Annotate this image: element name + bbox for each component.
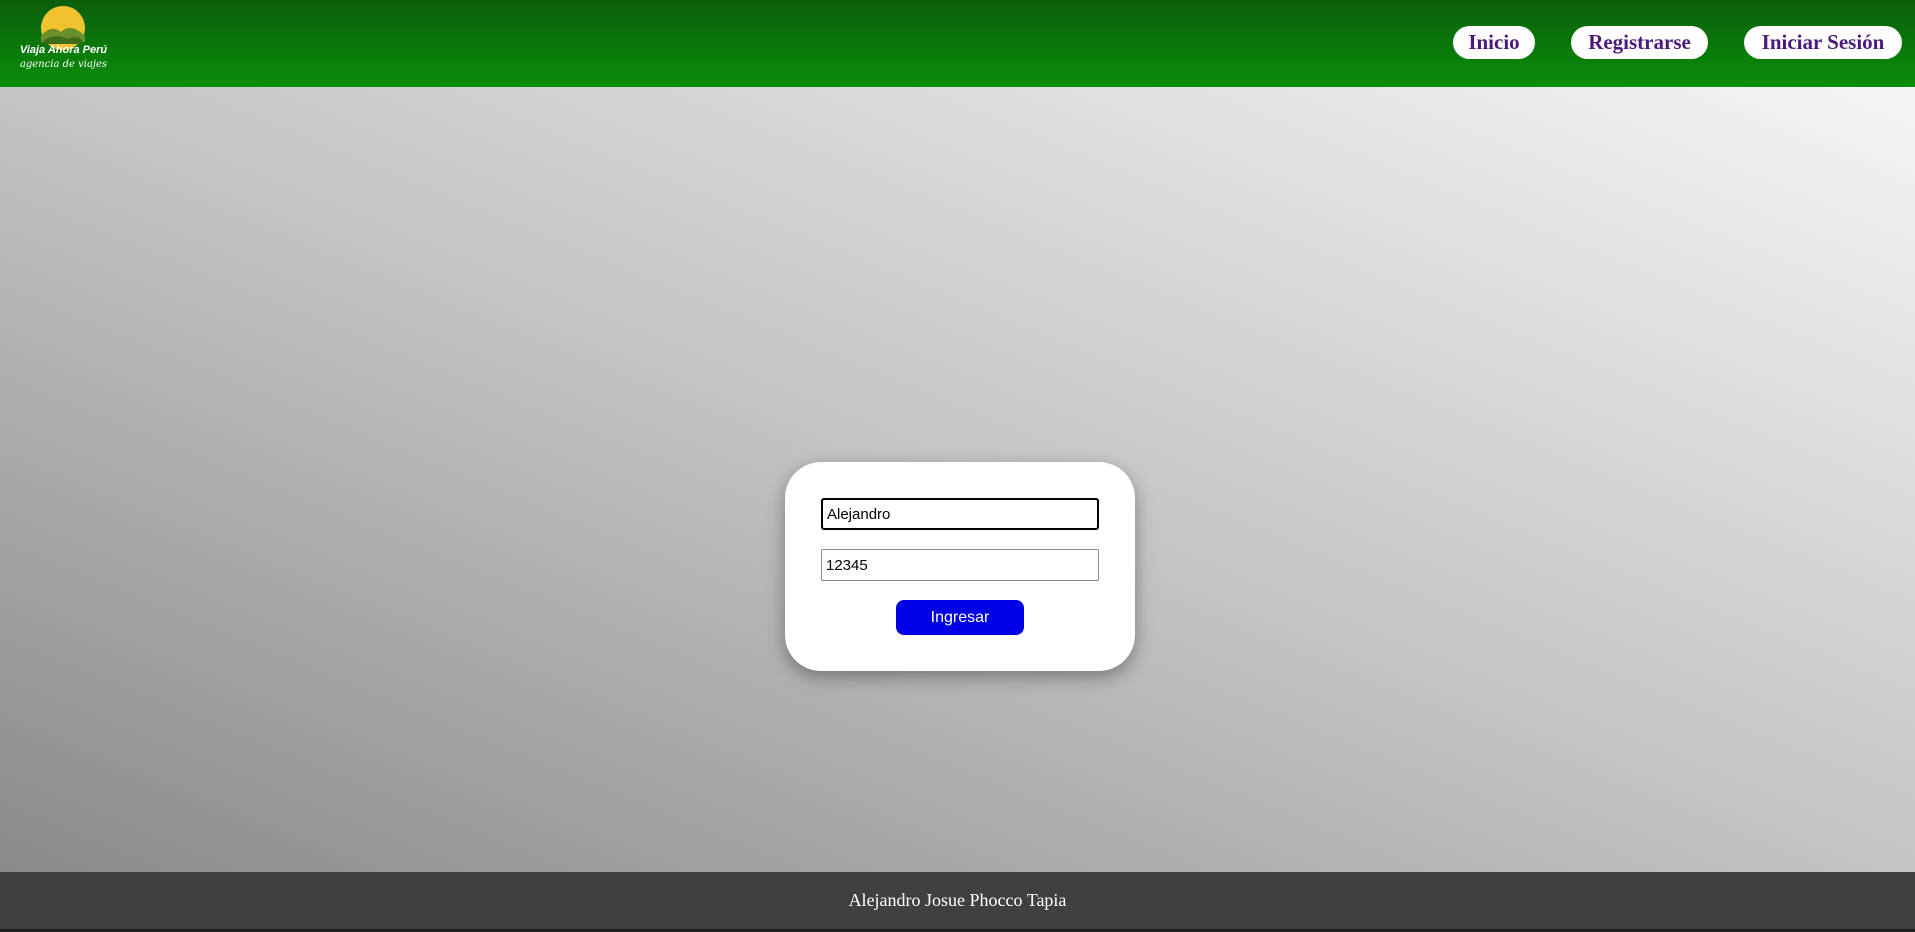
logo-title: Viaja Ahora Perú (19, 44, 108, 56)
ingresar-button[interactable]: Ingresar (896, 600, 1024, 635)
nav-registrarse-button[interactable]: Registrarse (1571, 26, 1708, 59)
nav-iniciar-sesion-button[interactable]: Iniciar Sesión (1744, 26, 1902, 59)
site-header: Viaja Ahora Perú agencia de viajes Inici… (0, 0, 1915, 87)
main-content: Ingresar (0, 87, 1915, 872)
site-footer: Alejandro Josue Phocco Tapia (0, 872, 1915, 929)
username-input[interactable] (821, 498, 1099, 530)
site-logo[interactable]: Viaja Ahora Perú agencia de viajes (16, 6, 111, 80)
logo-tagline: agencia de viajes (19, 59, 108, 70)
login-card: Ingresar (785, 462, 1135, 671)
footer-author: Alejandro Josue Phocco Tapia (848, 890, 1067, 910)
password-input[interactable] (821, 549, 1099, 581)
nav-inicio-button[interactable]: Inicio (1453, 26, 1535, 59)
